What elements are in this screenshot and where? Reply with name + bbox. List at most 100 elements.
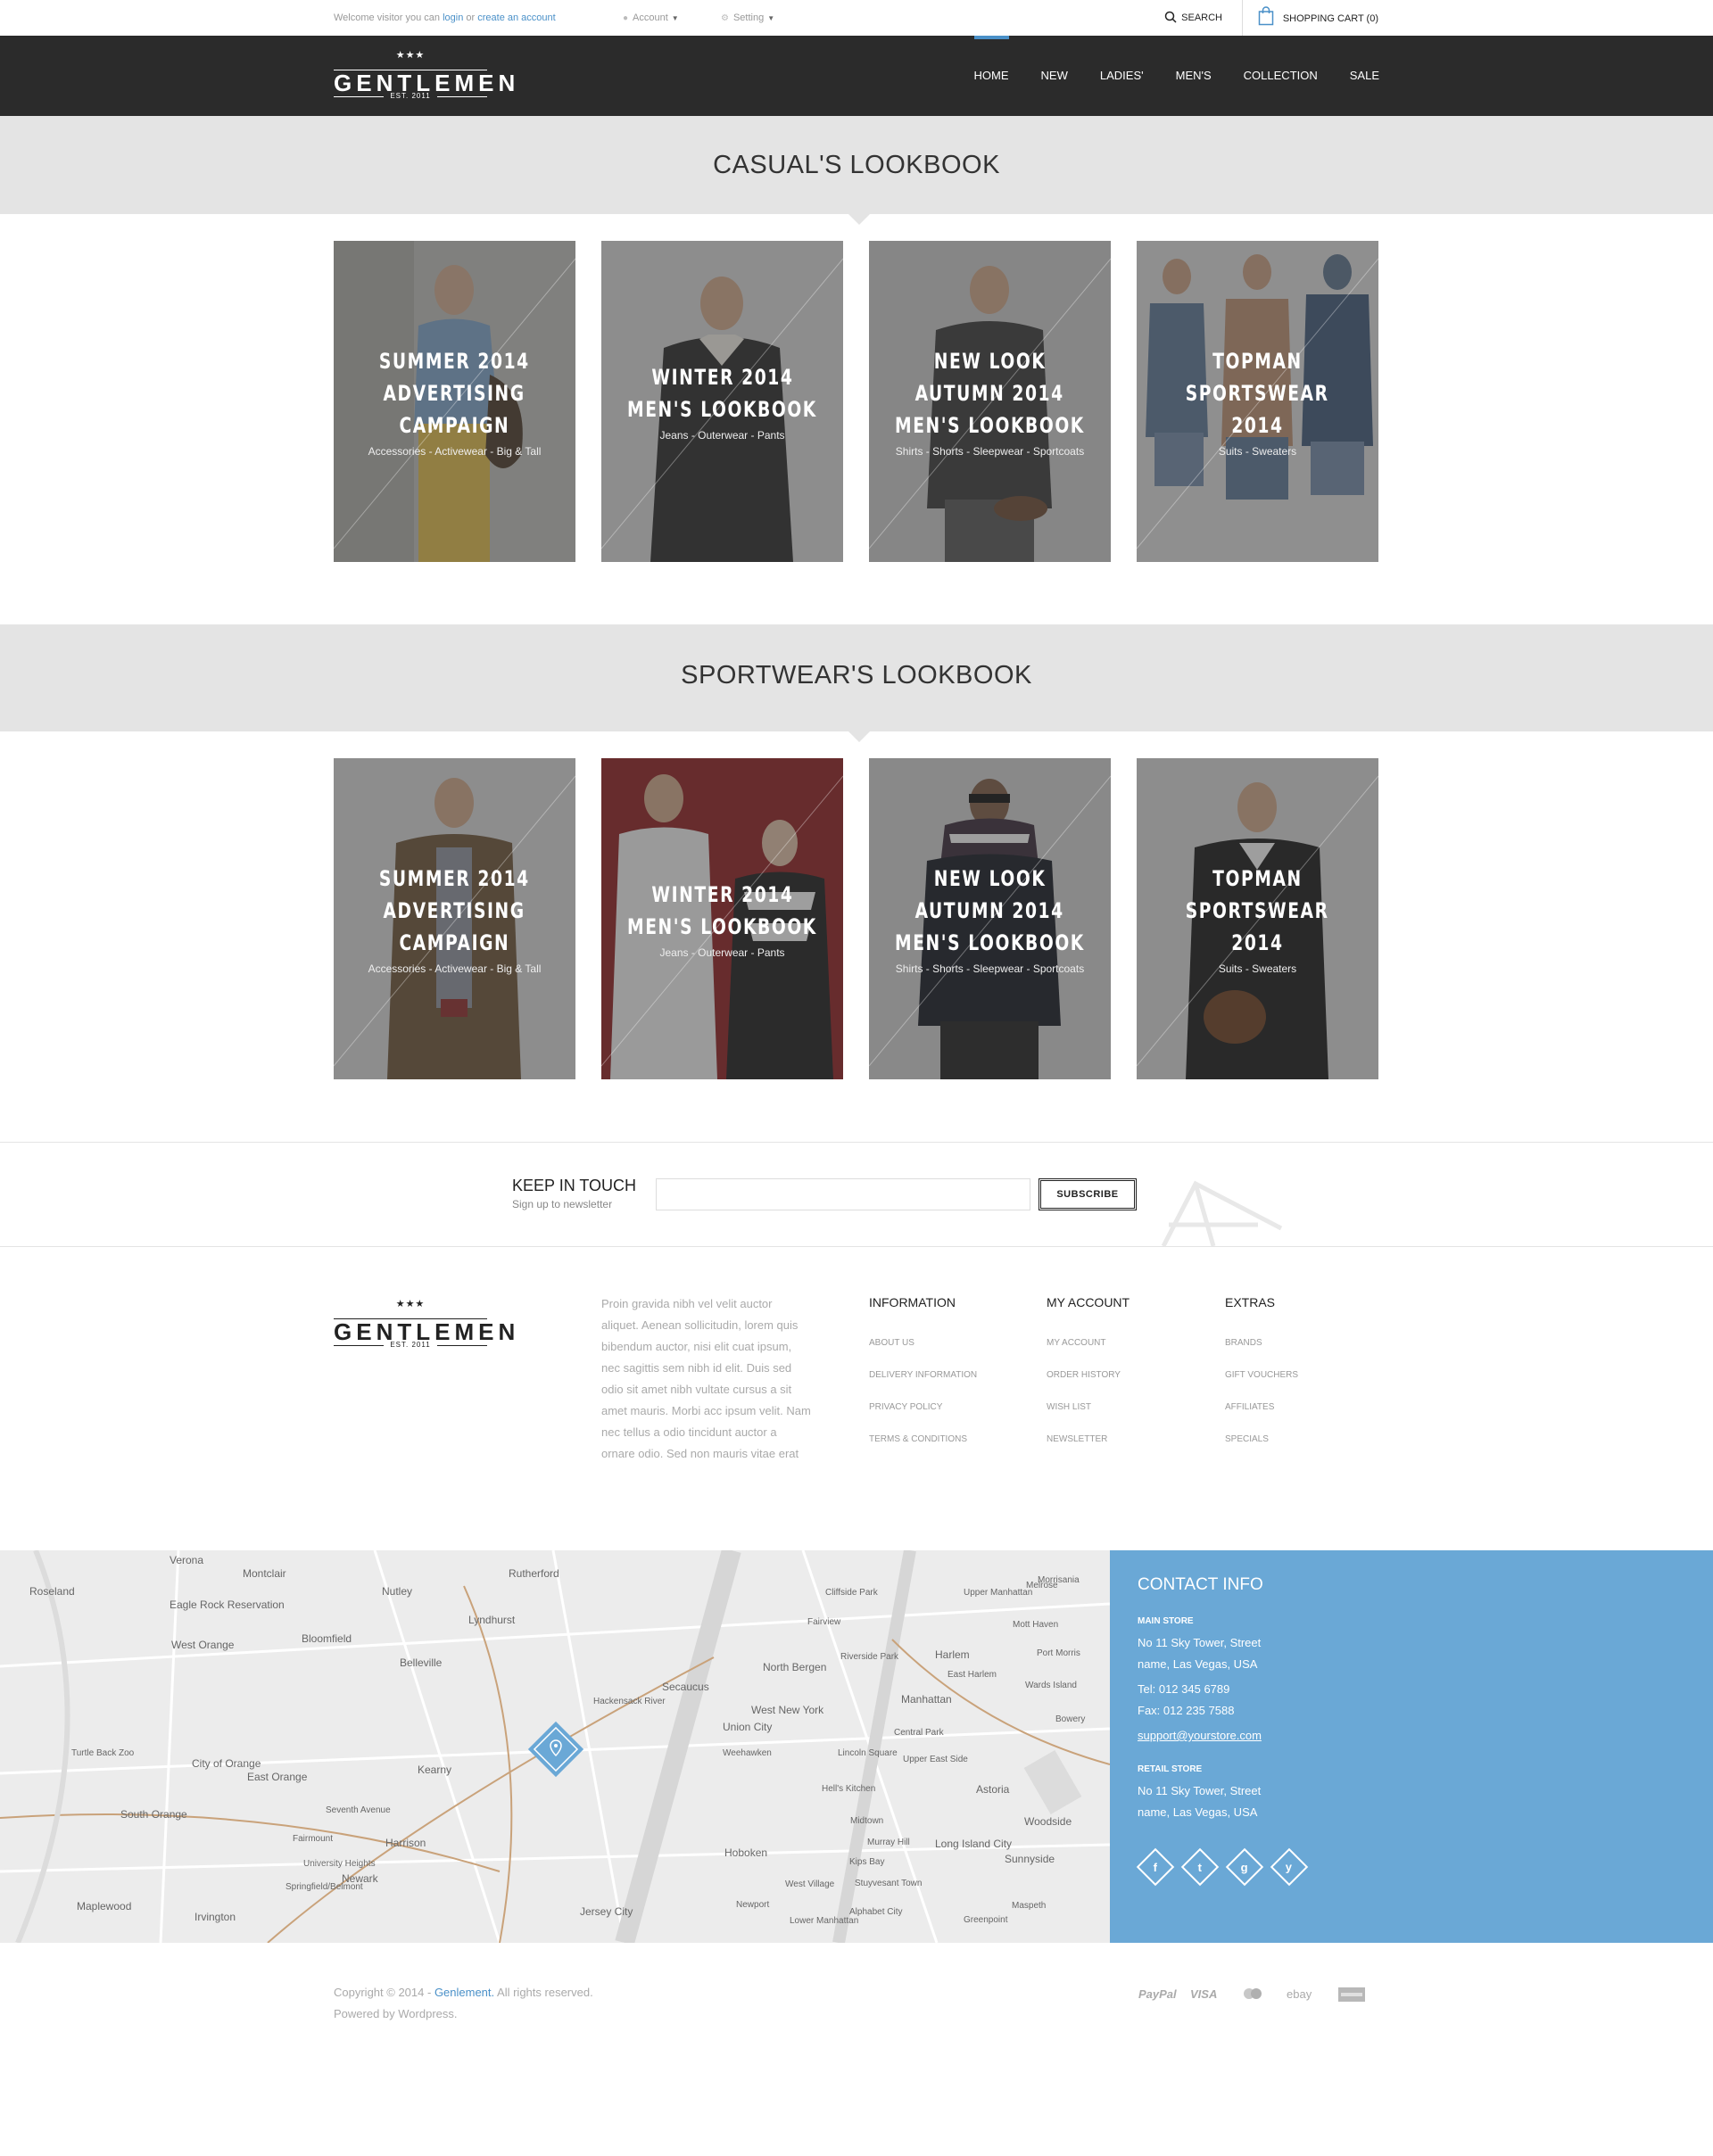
- retail-store-label: RETAIL STORE: [1138, 1764, 1203, 1774]
- search-button[interactable]: SEARCH: [1164, 11, 1222, 23]
- card-title: MEN'S LOOKBOOK: [895, 413, 1085, 438]
- subscribe-button[interactable]: SUBSCRIBE: [1039, 1178, 1137, 1210]
- youtube-icon[interactable]: y: [1270, 1847, 1309, 1887]
- facebook-icon[interactable]: f: [1136, 1847, 1175, 1887]
- support-email-link[interactable]: support@yourstore.com: [1138, 1725, 1262, 1747]
- lookbook-card[interactable]: WINTER 2014 MEN'S LOOKBOOK Jeans - Outer…: [601, 758, 843, 1079]
- sportwear-cards: SUMMER 2014 ADVERTISING CAMPAIGN Accesso…: [334, 758, 1378, 1079]
- lookbook-card[interactable]: NEW LOOK AUTUMN 2014 MEN'S LOOKBOOK Shir…: [869, 241, 1111, 562]
- card-title: CAMPAIGN: [399, 413, 510, 438]
- footer-link[interactable]: PRIVACY POLICY: [869, 1392, 977, 1424]
- card-title: MEN'S LOOKBOOK: [895, 930, 1085, 955]
- map-label: Nutley: [382, 1585, 412, 1598]
- card-subtitle: Jeans - Outerwear - Pants: [659, 946, 785, 959]
- main-menu: HOME NEW LADIES' MEN'S COLLECTION SALE: [942, 36, 1379, 116]
- footer-link[interactable]: WISH LIST: [1047, 1392, 1130, 1424]
- map-label: Roseland: [29, 1585, 75, 1598]
- footer-link[interactable]: MY ACCOUNT: [1047, 1327, 1130, 1359]
- amex-icon: [1338, 1987, 1365, 2004]
- lookbook-card[interactable]: NEW LOOK AUTUMN 2014 MEN'S LOOKBOOK Shir…: [869, 758, 1111, 1079]
- shopping-cart-button[interactable]: SHOPPING CART (0): [1258, 6, 1378, 26]
- brand-link[interactable]: Genlement.: [434, 1986, 494, 1999]
- footer-link[interactable]: GIFT VOUCHERS: [1225, 1359, 1298, 1392]
- footer-column-my-account: MY ACCOUNT MY ACCOUNT ORDER HISTORY WISH…: [1047, 1295, 1130, 1456]
- card-title: 2014: [1231, 930, 1284, 955]
- map-label: Lyndhurst: [468, 1614, 516, 1626]
- map-label: Seventh Avenue: [326, 1805, 391, 1815]
- lookbook-card[interactable]: TOPMAN SPORTSWEAR 2014 Suits - Sweaters: [1137, 241, 1378, 562]
- map-label: Bowery: [1055, 1714, 1085, 1724]
- brand-est: EST. 2011: [384, 1340, 437, 1351]
- fax: Fax: 012 235 7588: [1138, 1704, 1235, 1717]
- google-plus-icon[interactable]: g: [1225, 1847, 1264, 1887]
- twitter-icon[interactable]: t: [1180, 1847, 1220, 1887]
- map-label: Riverside Park: [840, 1652, 899, 1662]
- map-label: East Orange: [247, 1771, 308, 1783]
- welcome-message: Welcome visitor you can login or create …: [334, 12, 556, 23]
- map-label: Montclair: [243, 1567, 286, 1580]
- newsletter-subtitle: Sign up to newsletter: [512, 1198, 613, 1210]
- lookbook-card[interactable]: SUMMER 2014 ADVERTISING CAMPAIGN Accesso…: [334, 758, 575, 1079]
- nav-home[interactable]: HOME: [973, 36, 1009, 116]
- newsletter-email-input[interactable]: [656, 1178, 1030, 1210]
- nav-mens[interactable]: MEN'S: [1176, 36, 1212, 116]
- map-label: Hell's Kitchen: [822, 1784, 875, 1794]
- retail-store-address-1: No 11 Sky Tower, Street: [1138, 1784, 1262, 1797]
- map-label: Verona: [170, 1554, 203, 1566]
- map-label: University Heights: [303, 1859, 376, 1869]
- gear-icon: ⚙: [721, 13, 729, 23]
- lookbook-card[interactable]: WINTER 2014 MEN'S LOOKBOOK Jeans - Outer…: [601, 241, 843, 562]
- footer-link[interactable]: BRANDS: [1225, 1327, 1298, 1359]
- nav-collection[interactable]: COLLECTION: [1244, 36, 1318, 116]
- main-store-label: MAIN STORE: [1138, 1616, 1194, 1626]
- section-title: CASUAL'S LOOKBOOK: [713, 151, 1000, 179]
- shopping-bag-icon: [1258, 6, 1274, 26]
- footer-link[interactable]: NEWSLETTER: [1047, 1424, 1130, 1456]
- newsletter-title: KEEP IN TOUCH: [512, 1177, 637, 1194]
- nav-sale[interactable]: SALE: [1350, 36, 1379, 116]
- map-label: Upper Manhattan: [964, 1588, 1032, 1598]
- lookbook-card[interactable]: TOPMAN SPORTSWEAR 2014 Suits - Sweaters: [1137, 758, 1378, 1079]
- footer-link[interactable]: ORDER HISTORY: [1047, 1359, 1130, 1392]
- map-label: South Orange: [120, 1808, 187, 1821]
- footer-link[interactable]: ABOUT US: [869, 1327, 977, 1359]
- footer-link[interactable]: DELIVERY INFORMATION: [869, 1359, 977, 1392]
- newsletter-section: KEEP IN TOUCH Sign up to newsletter SUBS…: [0, 1142, 1713, 1248]
- location-map[interactable]: Verona Montclair Rutherford Nutley Lyndhurst…: [0, 1550, 1110, 1943]
- map-label: Kips Bay: [849, 1857, 884, 1867]
- map-label: Eagle Rock Reservation: [170, 1598, 285, 1611]
- lookbook-card[interactable]: SUMMER 2014 ADVERTISING CAMPAIGN Accesso…: [334, 241, 575, 562]
- footer-logo[interactable]: ★★★ GENTLEMEN EST. 2011: [334, 1299, 515, 1351]
- footer-link[interactable]: TERMS & CONDITIONS: [869, 1424, 977, 1456]
- footer: ★★★ GENTLEMEN EST. 2011 Proin gravida ni…: [0, 1247, 1713, 1550]
- footer-link[interactable]: SPECIALS: [1225, 1424, 1298, 1456]
- card-title: WINTER 2014: [650, 882, 794, 907]
- map-label: Union City: [723, 1721, 772, 1733]
- map-label: Central Park: [894, 1728, 945, 1738]
- footer-link[interactable]: AFFILIATES: [1225, 1392, 1298, 1424]
- account-dropdown[interactable]: ● Account ▼: [623, 12, 679, 23]
- card-title: SUMMER 2014: [379, 349, 530, 374]
- login-link[interactable]: login: [443, 12, 463, 23]
- map-label: Jersey City: [580, 1905, 633, 1918]
- card-subtitle: Shirts - Shorts - Sleepwear - Sportcoats: [895, 445, 1085, 458]
- main-navbar: ★★★ GENTLEMEN EST. 2011 HOME NEW LADIES'…: [0, 36, 1713, 116]
- map-label: Harlem: [935, 1648, 970, 1661]
- card-subtitle: Accessories - Activewear - Big & Tall: [368, 445, 542, 458]
- map-label: Long Island City: [935, 1838, 1012, 1850]
- card-title: ADVERTISING: [383, 898, 526, 923]
- casual-lookbook-header: CASUAL'S LOOKBOOK: [0, 116, 1713, 225]
- map-label: Harrison: [385, 1837, 426, 1849]
- nav-new[interactable]: NEW: [1041, 36, 1068, 116]
- map-label: Lower Manhattan: [790, 1916, 858, 1926]
- map-label: Woodside: [1024, 1815, 1072, 1828]
- card-subtitle: Jeans - Outerwear - Pants: [659, 429, 785, 442]
- create-account-link[interactable]: create an account: [477, 12, 555, 23]
- setting-dropdown[interactable]: ⚙ Setting ▼: [721, 12, 774, 23]
- card-subtitle: Shirts - Shorts - Sleepwear - Sportcoats: [895, 962, 1085, 975]
- nav-ladies[interactable]: LADIES': [1100, 36, 1144, 116]
- top-bar: Welcome visitor you can login or create …: [0, 0, 1713, 36]
- main-store-address-1: No 11 Sky Tower, Street: [1138, 1636, 1262, 1649]
- mastercard-icon: [1242, 1987, 1263, 2003]
- brand-logo[interactable]: ★★★ GENTLEMEN EST. 2011: [334, 50, 515, 102]
